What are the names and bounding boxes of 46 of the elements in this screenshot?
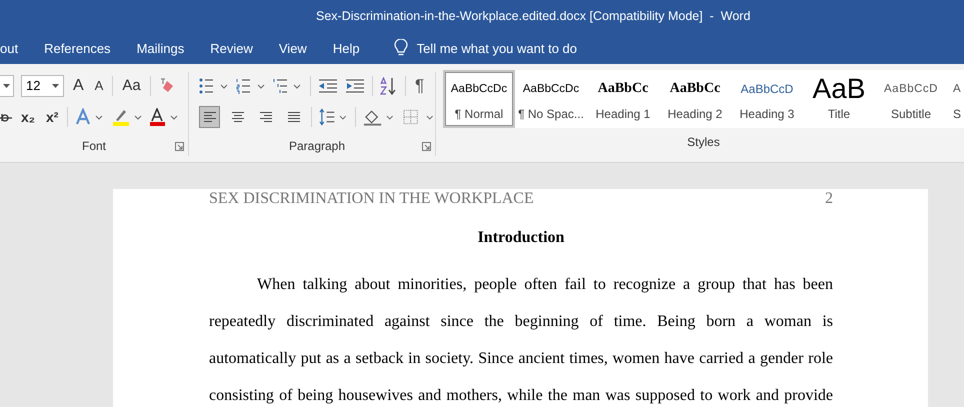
highlighter-icon[interactable] xyxy=(112,108,142,126)
font-size-value: 12 xyxy=(26,78,40,93)
sort-icon[interactable] xyxy=(380,76,398,94)
caret-icon xyxy=(52,84,59,88)
align-left-icon xyxy=(202,110,218,122)
page-number: 2 xyxy=(825,190,833,208)
tell-me-field[interactable]: Tell me what you want to do xyxy=(390,37,611,59)
subscript-button[interactable]: x₂ xyxy=(19,108,38,124)
superscript-button[interactable]: x² xyxy=(44,108,60,124)
text-effects-icon[interactable] xyxy=(75,108,106,126)
align-center-icon xyxy=(230,110,246,122)
lightbulb-icon xyxy=(394,39,408,57)
increase-indent-icon[interactable] xyxy=(345,78,365,92)
shrink-font-button[interactable]: A xyxy=(92,78,106,93)
bullets-icon[interactable] xyxy=(199,78,229,94)
group-label: Paragraph xyxy=(288,139,346,153)
ribbon-tab[interactable]: References xyxy=(44,35,124,61)
font-color-icon[interactable] xyxy=(149,108,180,126)
font-size-dropdown[interactable]: 12 xyxy=(21,74,64,96)
font-name-dropdown[interactable] xyxy=(0,74,14,96)
multilevel-list-icon[interactable] xyxy=(273,78,303,94)
body-paragraph: When talking about minorities, people often fail to recognize a group that has been repeatedly discriminated against since the beginning of time. Being born a woman is automatically put as a setback in society. Since ancient times, women have carried a gender role consisting of being housewives and mothers, while the man was supposed to work and provide xyxy=(209,275,833,406)
caret-icon xyxy=(3,84,10,88)
align-left-button[interactable] xyxy=(199,106,220,128)
borders-icon[interactable] xyxy=(402,108,435,124)
show-formatting-button[interactable]: ¶ xyxy=(413,76,426,96)
align-right-icon xyxy=(258,110,274,122)
style-item[interactable]: AaBbCcDc ¶ Normal xyxy=(443,70,515,128)
ribbon-tab[interactable]: out xyxy=(0,35,32,61)
ribbon-tab[interactable]: Mailings xyxy=(136,35,198,61)
group-label: Styles xyxy=(687,135,720,149)
line-spacing-icon[interactable] xyxy=(319,108,348,126)
dialog-launcher-icon[interactable] xyxy=(422,142,431,151)
running-head: SEX DISCRIMINATION IN THE WORKPLACE xyxy=(209,190,534,208)
align-justify-icon xyxy=(286,110,302,122)
window-title: Sex-Discrimination-in-the-Workplace.edited.docx [Compatibility Mode] - Word xyxy=(316,9,750,23)
grow-font-button[interactable]: A xyxy=(71,76,86,94)
decrease-indent-icon[interactable] xyxy=(318,78,338,92)
ribbon-tab[interactable]: View xyxy=(278,35,320,61)
group-label: Font xyxy=(82,139,106,153)
change-case-button[interactable]: Aa xyxy=(120,77,143,94)
ribbon-tab[interactable]: Review xyxy=(210,35,266,61)
dialog-launcher-icon[interactable] xyxy=(175,142,184,151)
document-heading: Introduction xyxy=(476,229,566,247)
ribbon-tab[interactable]: Help xyxy=(332,35,373,61)
numbering-icon[interactable] xyxy=(236,78,266,94)
